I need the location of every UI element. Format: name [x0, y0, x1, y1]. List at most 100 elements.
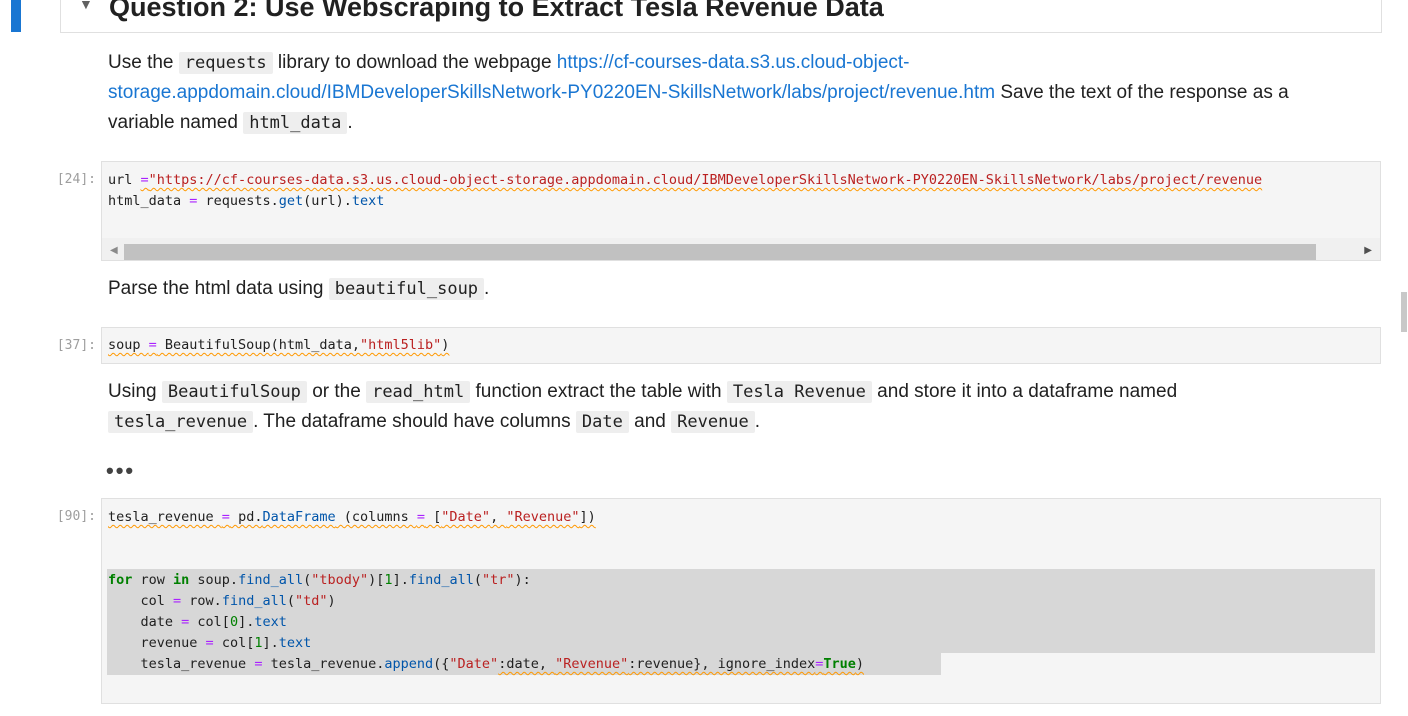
- code-token: ].: [238, 614, 255, 630]
- code-token: ): [327, 593, 336, 609]
- code-line: url ="https://cf-courses-data.s3.us.clou…: [108, 172, 1262, 188]
- md-text: or the: [306, 381, 367, 402]
- code-token: "tr": [482, 572, 515, 588]
- code-token: (: [473, 572, 482, 588]
- md-text: .: [347, 112, 353, 133]
- md-text: function extract the table with: [470, 381, 727, 402]
- code-token: tesla_revenue: [108, 509, 222, 525]
- markdown-cell-parse: Parse the html data using beautiful_soup…: [108, 274, 1368, 304]
- code-token: 0: [229, 614, 239, 630]
- code-token: "Date": [441, 509, 491, 525]
- code-cell-37[interactable]: soup = BeautifulSoup(html_data,"html5lib…: [101, 327, 1381, 364]
- code-token: [: [425, 509, 442, 525]
- md-text: . The dataframe should have columns: [253, 411, 576, 432]
- inline-code-beautiful-soup: beautiful_soup: [328, 278, 485, 300]
- inline-code-requests: requests: [178, 52, 273, 74]
- code-token: tesla_revenue.: [262, 656, 385, 672]
- code-token: =: [173, 593, 182, 609]
- code-token: find_all: [221, 593, 287, 609]
- scrollbar-thumb[interactable]: [124, 244, 1316, 260]
- code-token: row: [132, 572, 174, 588]
- code-token: ):: [514, 572, 531, 588]
- code-token: "Date": [449, 656, 499, 672]
- code-line: date = col[0].text: [108, 614, 287, 630]
- md-text: Using: [108, 381, 162, 402]
- code-token: get: [278, 193, 304, 209]
- code-token: requests.: [197, 193, 279, 209]
- md-text: and: [628, 411, 672, 432]
- code-token: ,: [490, 509, 507, 525]
- code-token: DataFrame: [262, 509, 336, 525]
- code-token: "html5lib": [359, 337, 442, 353]
- code-line: tesla_revenue = tesla_revenue.append({"D…: [108, 656, 865, 672]
- inline-code-html-data: html_data: [243, 112, 348, 134]
- collapsed-cells-ellipsis[interactable]: •••: [106, 458, 135, 484]
- md-line: variable named html_data.: [108, 108, 1368, 138]
- code-token: ): [441, 337, 450, 353]
- inline-code-revenue: Revenue: [671, 411, 755, 433]
- code-line: tesla_revenue = pd.DataFrame (columns = …: [108, 509, 596, 525]
- code-token: ({: [433, 656, 450, 672]
- code-line: col = row.find_all("td"): [108, 593, 336, 609]
- code-token: )[: [368, 572, 385, 588]
- scroll-right-icon[interactable]: ▶: [1364, 245, 1372, 256]
- revenue-link-part1[interactable]: https://cf-courses-data.s3.us.cloud-obje…: [557, 52, 910, 73]
- code-token: ].: [392, 572, 409, 588]
- code-token: "https://cf-courses-data.s3.us.cloud-obj…: [148, 172, 1263, 188]
- md-text: .: [484, 278, 490, 299]
- scroll-left-icon[interactable]: ◀: [110, 245, 118, 256]
- md-line: storage.appdomain.cloud/IBMDeveloperSkil…: [108, 78, 1368, 108]
- active-cell-indicator: [11, 0, 21, 32]
- code-token: revenue: [108, 635, 206, 651]
- md-line: tesla_revenue. The dataframe should have…: [108, 407, 1368, 437]
- inline-code-tesla-revenue: Tesla Revenue: [726, 381, 872, 403]
- code-token: ].: [262, 635, 279, 651]
- code-token: soup: [108, 337, 149, 353]
- horizontal-scrollbar[interactable]: ◀ ▶: [102, 238, 1380, 260]
- code-token: tesla_revenue: [108, 656, 255, 672]
- code-token: find_all: [238, 572, 304, 588]
- code-token: =: [148, 337, 157, 353]
- inline-code-beautifulsoup: BeautifulSoup: [161, 381, 307, 403]
- md-text: Use the: [108, 52, 179, 73]
- code-token: date: [108, 614, 182, 630]
- cell-prompt-90: [90]:: [56, 509, 96, 524]
- code-token: col: [108, 593, 174, 609]
- heading-cell[interactable]: ▼ Question 2: Use Webscraping to Extract…: [60, 0, 1382, 33]
- code-token: (url).: [303, 193, 352, 209]
- code-token: =: [416, 509, 426, 525]
- code-token: text: [278, 635, 312, 651]
- code-token: :date,: [498, 656, 556, 672]
- code-token: row.: [181, 593, 222, 609]
- code-token: =: [205, 635, 214, 651]
- collapse-caret-icon[interactable]: ▼: [79, 0, 93, 12]
- inline-code-tesla-revenue-var: tesla_revenue: [108, 411, 254, 433]
- code-cell-90[interactable]: tesla_revenue = pd.DataFrame (columns = …: [101, 498, 1381, 704]
- code-token: (columns: [335, 509, 417, 525]
- code-token: html_data: [108, 193, 190, 209]
- code-token: text: [351, 193, 385, 209]
- section-heading: Question 2: Use Webscraping to Extract T…: [109, 0, 884, 22]
- code-token: "tbody": [311, 572, 369, 588]
- page-scrollbar-thumb[interactable]: [1401, 292, 1407, 332]
- md-line: Use the requests library to download the…: [108, 48, 1368, 78]
- md-text: variable named: [108, 112, 244, 133]
- code-token: ): [855, 656, 864, 672]
- code-token: BeautifulSoup(html_data,: [156, 337, 360, 353]
- inline-code-read-html: read_html: [366, 381, 471, 403]
- md-text: and store it into a dataframe named: [871, 381, 1178, 402]
- md-text: library to download the webpage: [272, 52, 557, 73]
- code-token: "Revenue": [555, 656, 629, 672]
- code-token: "Revenue": [506, 509, 580, 525]
- page-scrollbar[interactable]: [1400, 0, 1408, 716]
- code-token: url: [108, 172, 141, 188]
- inline-code-date: Date: [575, 411, 629, 433]
- cell-prompt-37: [37]:: [56, 338, 96, 353]
- code-token: in: [173, 572, 190, 588]
- revenue-link-part2[interactable]: storage.appdomain.cloud/IBMDeveloperSkil…: [108, 82, 995, 103]
- code-cell-24[interactable]: url ="https://cf-courses-data.s3.us.clou…: [101, 161, 1381, 261]
- code-token: =: [140, 172, 149, 188]
- code-token: append: [384, 656, 434, 672]
- code-line: soup = BeautifulSoup(html_data,"html5lib…: [108, 337, 449, 353]
- md-text: Save the text of the response as a: [995, 82, 1289, 103]
